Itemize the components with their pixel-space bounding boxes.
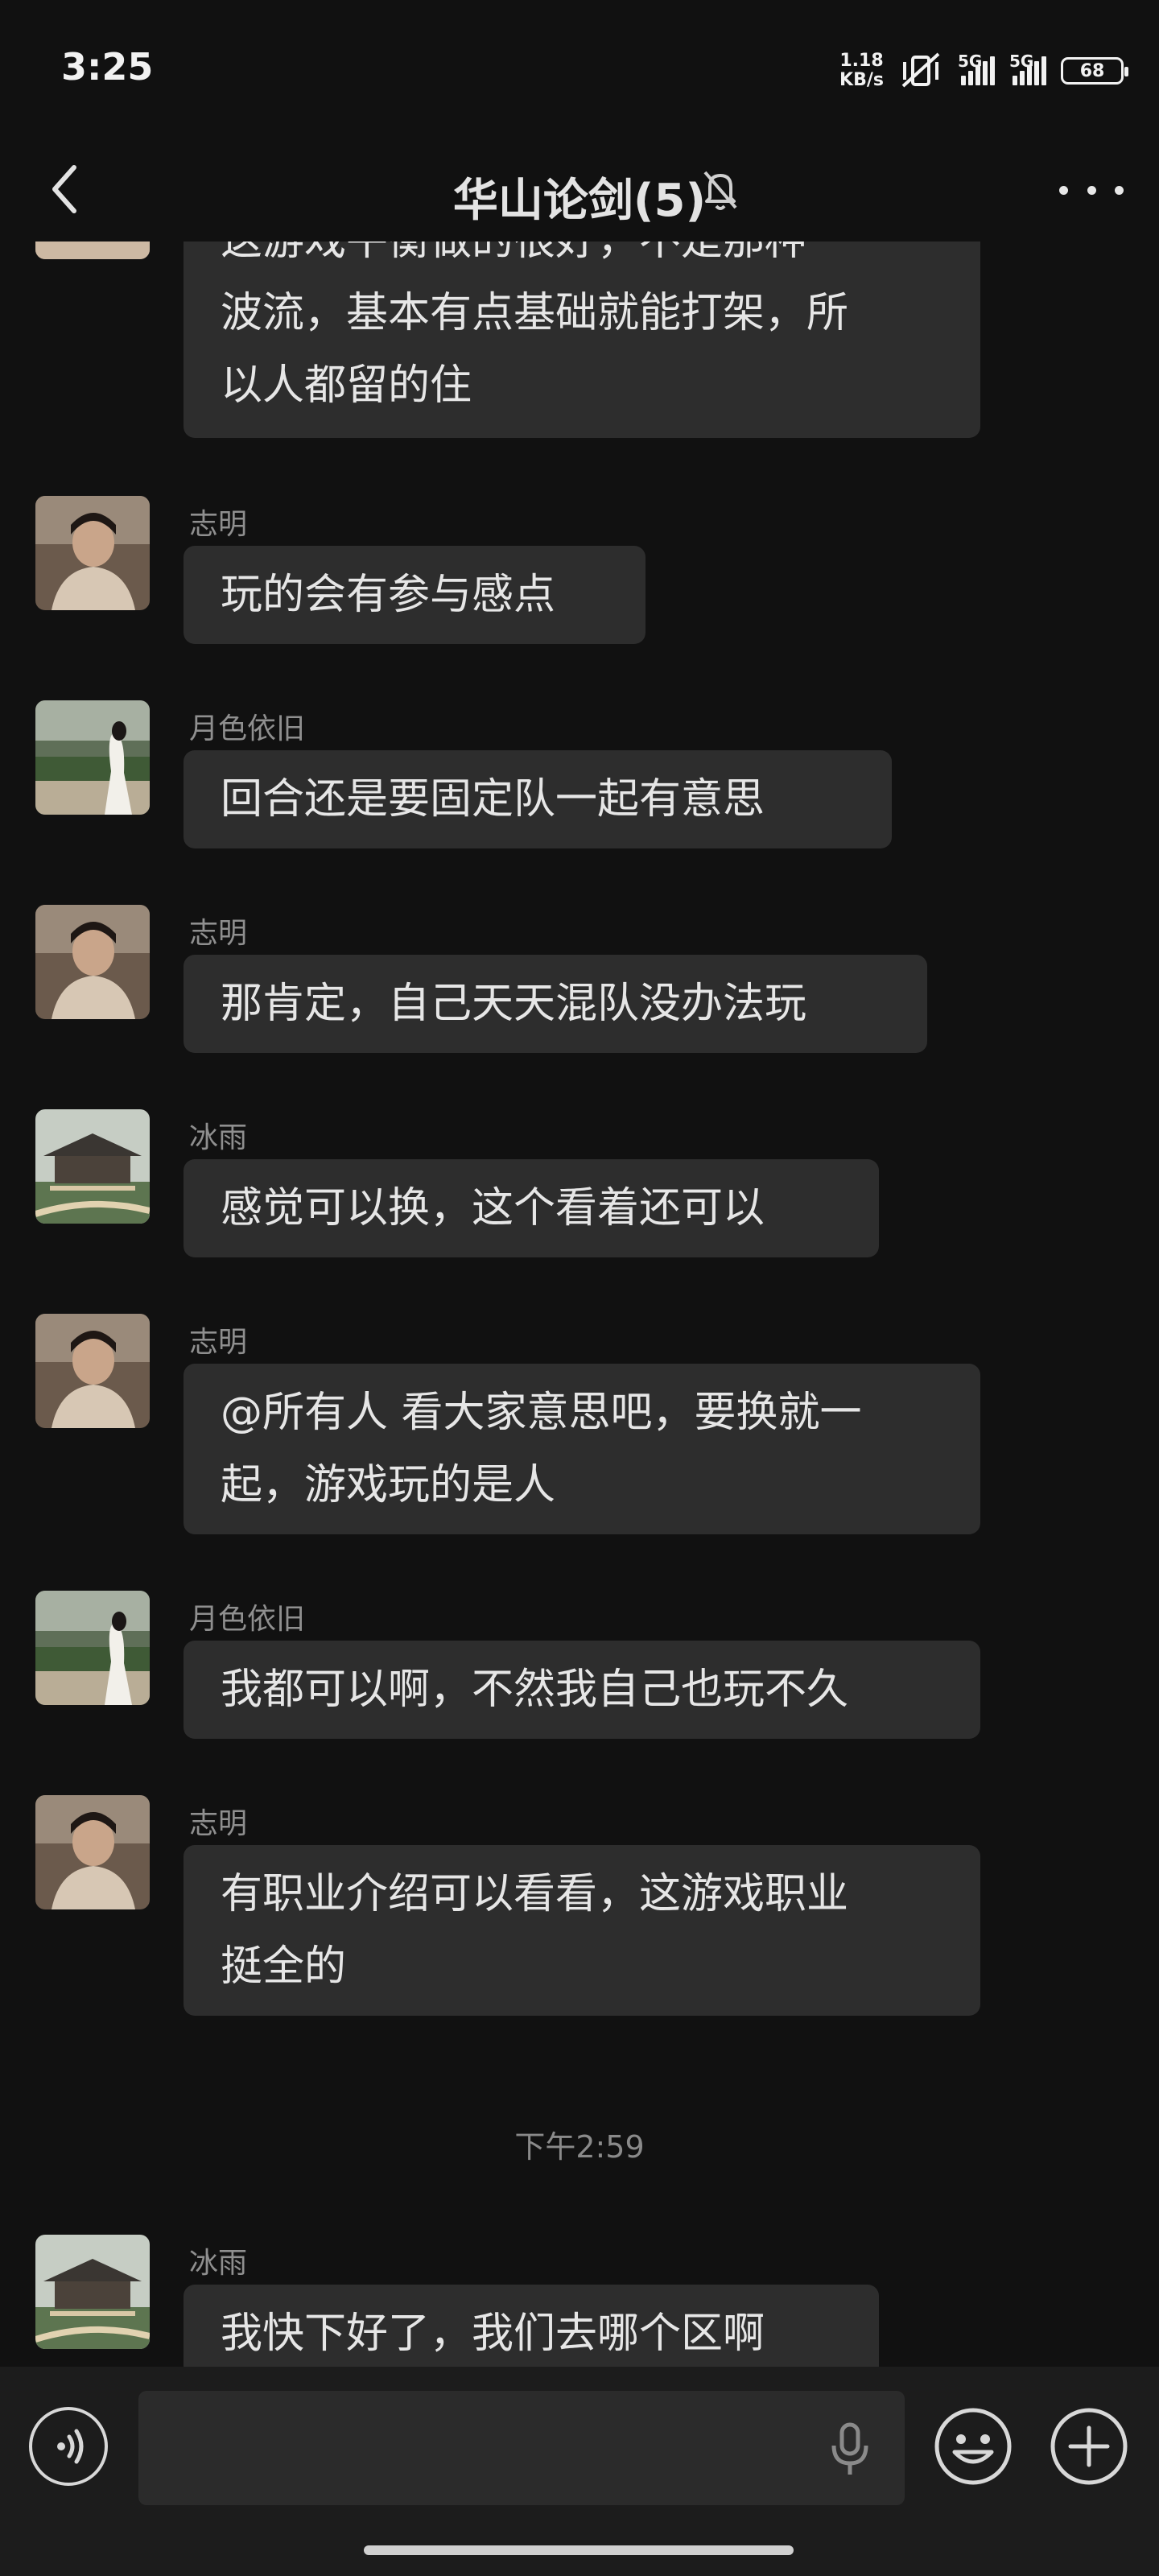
avatar[interactable] bbox=[35, 242, 150, 259]
status-icons: 1.18 KB/s 5G 5G 68 bbox=[839, 48, 1128, 93]
message-text-line: 以人都留的住 bbox=[221, 361, 472, 410]
avatar[interactable] bbox=[35, 1591, 150, 1705]
message-text-line: 回合还是要固定队一起有意思 bbox=[221, 775, 765, 824]
battery-icon: 68 bbox=[1061, 57, 1128, 85]
message-bubble[interactable]: 回合还是要固定队一起有意思 bbox=[184, 750, 892, 848]
avatar[interactable] bbox=[35, 700, 150, 815]
more-dot bbox=[1115, 185, 1124, 195]
message-bubble[interactable]: 有职业介绍可以看看，这游戏职业 挺全的 bbox=[184, 1845, 980, 2016]
more-dot bbox=[1059, 185, 1068, 195]
vibrate-off-icon bbox=[901, 52, 940, 88]
network-speed-value: 1.18 bbox=[839, 51, 884, 71]
message-input[interactable] bbox=[138, 2391, 905, 2505]
network-speed: 1.18 KB/s bbox=[839, 52, 884, 90]
message-bubble[interactable]: @所有人 看大家意思吧，要换就一 起，游戏玩的是人 bbox=[184, 1364, 980, 1534]
microphone-icon[interactable] bbox=[829, 2421, 871, 2478]
message-text-line: @所有人 看大家意思吧，要换就一 bbox=[221, 1389, 862, 1437]
avatar[interactable] bbox=[35, 1314, 150, 1428]
message-bubble[interactable]: 那肯定，自己天天混队没办法玩 bbox=[184, 955, 927, 1053]
voice-button[interactable] bbox=[29, 2407, 108, 2486]
chat-header: 华山论剑(5) bbox=[0, 137, 1159, 242]
status-bar: 3:25 1.18 KB/s 5G 5G 68 bbox=[0, 0, 1159, 137]
sender-name: 冰雨 bbox=[189, 1121, 248, 1154]
home-indicator[interactable] bbox=[364, 2545, 794, 2555]
chat-title: 华山论剑(5) bbox=[452, 175, 707, 227]
status-time: 3:25 bbox=[61, 45, 154, 89]
sender-name: 志明 bbox=[189, 1807, 248, 1840]
message-list[interactable]: 这游戏平衡做的很好，不是那种一 波流，基本有点基础就能打架，所 以人都留的住 志… bbox=[0, 242, 1159, 2367]
network-speed-unit: KB/s bbox=[839, 70, 884, 90]
message-text-line: 挺全的 bbox=[221, 1942, 347, 1991]
message-text-line: 我快下好了，我们去哪个区啊 bbox=[221, 2310, 765, 2358]
signal-strength-2: 5G bbox=[1009, 52, 1046, 85]
message-text-line: 玩的会有参与感点 bbox=[221, 571, 556, 619]
avatar[interactable] bbox=[35, 1795, 150, 1909]
sender-name: 志明 bbox=[189, 917, 248, 950]
avatar[interactable] bbox=[35, 496, 150, 610]
message-bubble[interactable]: 这游戏平衡做的很好，不是那种一 波流，基本有点基础就能打架，所 以人都留的住 bbox=[184, 242, 980, 438]
more-dot bbox=[1087, 185, 1096, 195]
emoji-icon[interactable] bbox=[934, 2407, 1013, 2486]
signal2-label: 5G bbox=[1009, 52, 1034, 71]
message-text-line: 感觉可以换，这个看着还可以 bbox=[221, 1184, 765, 1232]
avatar[interactable] bbox=[35, 2235, 150, 2349]
input-bar bbox=[0, 2367, 1159, 2576]
battery-level: 68 bbox=[1079, 60, 1105, 81]
message-text-line: 有职业介绍可以看看，这游戏职业 bbox=[221, 1870, 849, 1918]
message-bubble[interactable]: 感觉可以换，这个看着还可以 bbox=[184, 1159, 879, 1257]
signal1-label: 5G bbox=[958, 52, 983, 71]
voice-icon bbox=[57, 2429, 84, 2464]
plus-icon[interactable] bbox=[1050, 2407, 1128, 2486]
message-bubble[interactable]: 玩的会有参与感点 bbox=[184, 546, 645, 644]
message-bubble[interactable]: 我都可以啊，不然我自己也玩不久 bbox=[184, 1641, 980, 1739]
sender-name: 志明 bbox=[189, 508, 248, 541]
bell-off-icon bbox=[703, 171, 737, 210]
avatar[interactable] bbox=[35, 905, 150, 1019]
sender-name: 志明 bbox=[189, 1326, 248, 1359]
message-text-line: 起，游戏玩的是人 bbox=[221, 1461, 556, 1509]
sender-name: 月色依旧 bbox=[189, 1603, 306, 1636]
avatar[interactable] bbox=[35, 1109, 150, 1224]
message-text-line: 那肯定，自己天天混队没办法玩 bbox=[221, 980, 807, 1028]
sender-name: 月色依旧 bbox=[189, 712, 306, 745]
message-text-line: 波流，基本有点基础就能打架，所 bbox=[221, 289, 849, 337]
time-divider: 下午2:59 bbox=[514, 2129, 645, 2165]
message-text-line: 这游戏平衡做的很好，不是那种一 bbox=[221, 242, 943, 277]
sender-name: 冰雨 bbox=[189, 2247, 248, 2280]
message-text-line: 我都可以啊，不然我自己也玩不久 bbox=[221, 1666, 849, 1714]
more-options-button[interactable] bbox=[1059, 174, 1124, 206]
message-bubble[interactable]: 我快下好了，我们去哪个区啊 bbox=[184, 2285, 879, 2367]
signal-strength-1: 5G bbox=[958, 52, 995, 85]
